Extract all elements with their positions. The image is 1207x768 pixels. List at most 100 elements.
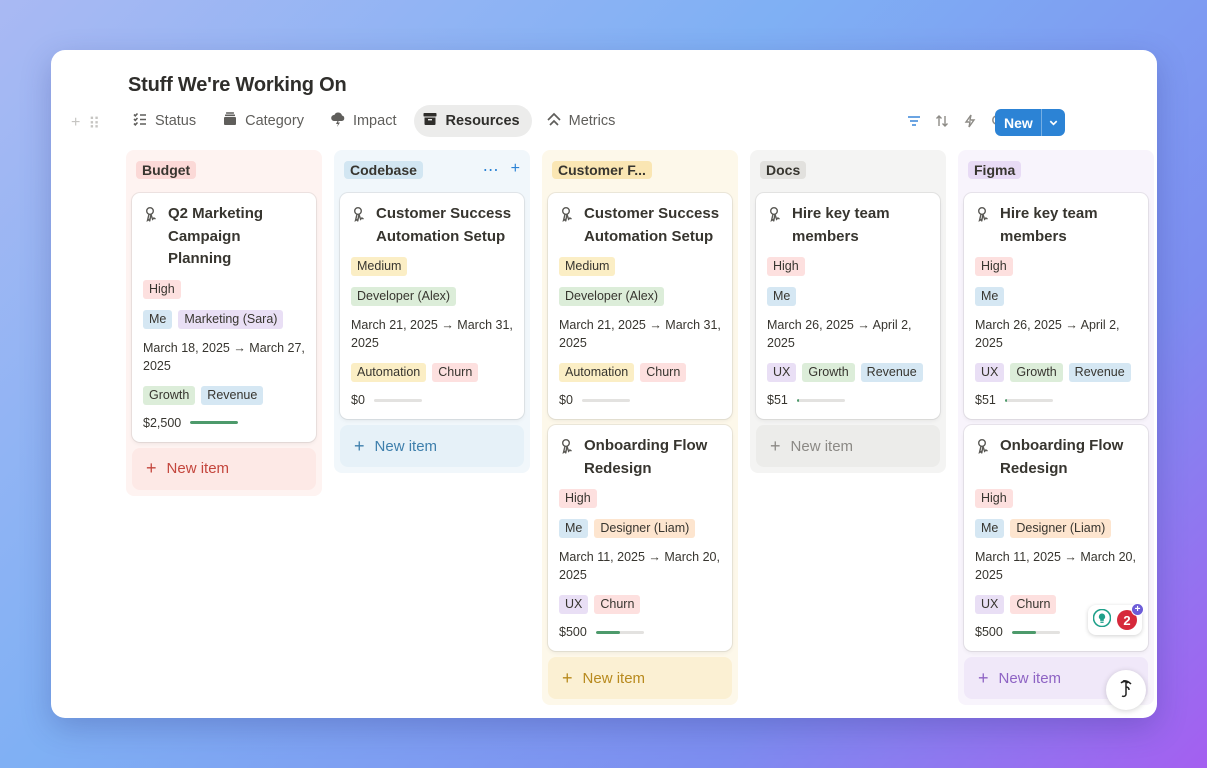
person-tag: Me [975, 287, 1005, 306]
new-item-button[interactable]: + New item [132, 447, 316, 490]
category-tag: Churn [594, 595, 641, 614]
pin-icon [767, 203, 783, 248]
column-group-tag[interactable]: Figma [968, 161, 1022, 179]
progress-fill [595, 630, 620, 634]
board-card[interactable]: Hire key team members High Me March 26, 202… [964, 193, 1148, 419]
category-tag: Growth [1010, 363, 1063, 382]
notification-count-badge: 2 + [1117, 603, 1144, 630]
tab-metrics[interactable]: Metrics [538, 105, 628, 137]
date-range: March 26, 2025 → April 2, 2025 [975, 318, 1120, 350]
new-item-label: New item [582, 669, 646, 687]
column-group-tag[interactable]: Budget [136, 161, 197, 179]
column-group-tag[interactable]: Docs [760, 161, 807, 179]
new-button-label: New [1004, 114, 1033, 131]
new-item-button[interactable]: + New item [548, 657, 732, 699]
sort-icon[interactable] [931, 109, 953, 133]
person-tag: Me [767, 287, 797, 306]
new-item-button[interactable]: + New item [756, 425, 940, 467]
tab-impact[interactable]: Impact [322, 105, 409, 137]
category-tag: Churn [640, 363, 687, 382]
column-group-tag[interactable]: Codebase [344, 161, 423, 179]
archive-stack-icon [222, 111, 238, 131]
tab-resources[interactable]: Resources [414, 105, 532, 137]
tab-label: Impact [352, 113, 397, 129]
plus-icon: + [978, 667, 989, 688]
card-title-row: Onboarding Flow Redesign [975, 435, 1137, 480]
category-tag: Revenue [1068, 363, 1131, 382]
new-item-label: New item [374, 437, 438, 455]
card-title-row: Onboarding Flow Redesign [559, 435, 721, 480]
progress-fill [796, 398, 800, 402]
budget-row: $0 [351, 393, 513, 407]
column-header: Figma [968, 160, 1144, 180]
filter-icon[interactable] [903, 109, 925, 133]
cloud-lightning-icon [330, 111, 346, 131]
budget-row: $0 [559, 393, 721, 407]
plus-badge: + [1131, 603, 1144, 616]
category-tag: Automation [559, 363, 635, 382]
progress-bar [1011, 630, 1060, 634]
tab-status[interactable]: Status [124, 105, 208, 137]
board-card[interactable]: Customer Success Automation Setup Medium D… [548, 193, 732, 419]
budget-row: $51 [767, 393, 929, 407]
priority-row: High [143, 279, 305, 299]
column-group-tag[interactable]: Customer F... [552, 161, 652, 179]
board-column: Customer F... Customer Success Automation… [542, 150, 738, 705]
add-icon[interactable]: + [71, 114, 80, 134]
category-tags-row: Automation Churn [351, 363, 513, 382]
lightning-icon[interactable] [959, 109, 981, 133]
notification-count: 2 [1123, 612, 1131, 628]
budget-amount: $51 [975, 393, 996, 407]
category-tag: UX [975, 595, 1005, 614]
chevron-down-icon[interactable] [1042, 117, 1065, 128]
column-header: Budget [136, 160, 312, 180]
board-card[interactable]: Hire key team members High Me March 26, 202… [756, 193, 940, 419]
date-range: March 18, 2025 → March 27, 2025 [143, 340, 305, 373]
board-card[interactable]: Onboarding Flow Redesign High Me Designer (… [548, 425, 732, 651]
people-row: Me Designer (Liam) [975, 519, 1137, 538]
notification-widget[interactable]: 2 + [1088, 603, 1144, 635]
help-assistant-button[interactable] [1106, 670, 1146, 710]
new-item-label: New item [790, 437, 854, 455]
card-title: Hire key team members [792, 205, 890, 245]
card-title: Onboarding Flow Redesign [584, 437, 708, 477]
priority-row: High [975, 489, 1137, 508]
category-tag: Churn [432, 363, 479, 382]
pin-icon [351, 203, 367, 248]
card-title-row: Customer Success Automation Setup [559, 203, 721, 248]
tab-category[interactable]: Category [214, 105, 316, 137]
people-row: Me Marketing (Sara) [143, 309, 305, 329]
new-item-label: New item [998, 669, 1062, 687]
priority-tag: Medium [351, 257, 408, 276]
progress-bar [796, 398, 845, 402]
people-row: Me [767, 287, 929, 306]
new-button[interactable]: New [995, 109, 1065, 136]
progress-fill [1011, 630, 1036, 634]
progress-bar [190, 421, 239, 424]
person-tag: Marketing (Sara) [178, 309, 284, 329]
board-column: Budget Q2 Marketing Campaign Planning High… [126, 150, 322, 496]
board-card[interactable]: Q2 Marketing Campaign Planning High Me Mark… [132, 193, 316, 442]
person-tag: Developer (Alex) [351, 287, 457, 306]
plus-icon: + [562, 667, 573, 688]
card-title-row: Hire key team members [767, 203, 929, 248]
column-actions: ⋯ + [483, 160, 520, 180]
category-tag: Revenue [860, 363, 923, 382]
more-icon[interactable]: ⋯ [483, 160, 499, 180]
budget-row: $2,500 [143, 416, 305, 430]
priority-row: High [767, 257, 929, 276]
tab-label: Metrics [568, 113, 616, 129]
budget-row: $500 [559, 625, 721, 639]
category-tag: Growth [802, 363, 855, 382]
date-range: March 26, 2025 → April 2, 2025 [767, 318, 912, 350]
progress-bar [1004, 398, 1053, 402]
priority-row: Medium [351, 257, 513, 276]
board-column: Codebase ⋯ + Customer Success Automation Se… [334, 150, 530, 473]
add-icon[interactable]: + [511, 160, 520, 180]
board-card[interactable]: Customer Success Automation Setup Medium D… [340, 193, 524, 419]
plus-icon: + [770, 435, 781, 456]
new-item-button[interactable]: + New item [340, 425, 524, 467]
budget-amount: $500 [559, 625, 587, 639]
drag-handle-icon[interactable]: ⠿ [88, 114, 100, 134]
date-range: March 21, 2025 → March 31, 2025 [351, 318, 513, 350]
